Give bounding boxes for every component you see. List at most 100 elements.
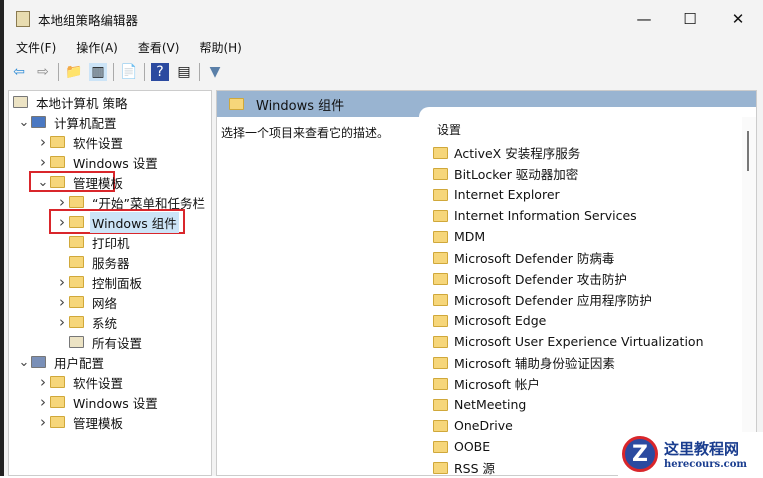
chevron-down-icon[interactable]: ⌄ <box>17 355 31 370</box>
settings-item-label: Internet Information Services <box>454 208 637 223</box>
tree-item[interactable]: › 网络 <box>55 292 119 312</box>
toolbar: ⇦ ⇨ 📁 ▥ 📄? ▤ ▼ <box>10 60 224 84</box>
settings-list-item[interactable]: BitLocker 驱动器加密 <box>433 163 578 184</box>
chevron-right-icon[interactable]: › <box>36 133 50 151</box>
tab-curve <box>419 107 756 119</box>
settings-item-label: NetMeeting <box>454 397 527 412</box>
minimize-button[interactable]: — <box>621 0 667 38</box>
settings-list-item[interactable]: Internet Explorer <box>433 184 560 205</box>
settings-list-item[interactable]: Microsoft User Experience Virtualization <box>433 331 704 352</box>
tree-item[interactable]: › 软件设置 <box>36 372 125 392</box>
settings-list-item[interactable]: Microsoft Defender 应用程序防护 <box>433 289 652 310</box>
folder-icon <box>433 209 448 222</box>
folder-icon <box>433 230 448 243</box>
scrollbar-thumb[interactable] <box>747 131 749 171</box>
tree-item[interactable]: ⌄ 计算机配置 <box>17 112 119 132</box>
tree-item[interactable]: › 系统 <box>55 312 119 332</box>
folder-icon <box>433 146 448 159</box>
tree-item[interactable]: › Windows 设置 <box>36 392 160 412</box>
watermark-logo: Z 这里教程网 herecours.com <box>618 432 763 476</box>
tree-item[interactable]: 打印机 <box>55 232 132 252</box>
settings-list-item[interactable]: Microsoft Defender 防病毒 <box>433 247 614 268</box>
settings-item-label: Microsoft Defender 防病毒 <box>454 251 615 266</box>
settings-list-item[interactable]: RSS 源 <box>433 457 495 478</box>
settings-item-label: Microsoft User Experience Virtualization <box>454 334 704 349</box>
forward-icon[interactable]: ⇨ <box>34 63 52 81</box>
show-hide-tree-icon[interactable]: ▥ <box>89 63 107 81</box>
tree-item-label: 系统 <box>92 315 118 331</box>
chevron-right-icon[interactable]: › <box>55 313 69 331</box>
tree-item-label: 所有设置 <box>92 335 143 351</box>
tree-item[interactable]: › 软件设置 <box>36 132 125 152</box>
tree-item[interactable]: ⌄ 用户配置 <box>17 352 106 372</box>
settings-item-label: MDM <box>454 229 486 244</box>
chevron-right-icon[interactable]: › <box>36 393 50 411</box>
folder-icon <box>69 256 84 268</box>
filter-icon[interactable]: ▼ <box>206 63 224 81</box>
watermark-url: herecours.com <box>664 459 748 470</box>
logo-z-icon: Z <box>622 436 658 472</box>
settings-list-item[interactable]: OOBE <box>433 436 490 457</box>
chevron-right-icon[interactable]: › <box>36 373 50 391</box>
settings-list-item[interactable]: OneDrive <box>433 415 513 436</box>
tree-item[interactable]: › “开始”菜单和任务栏 <box>55 192 207 212</box>
folder-icon <box>433 314 448 327</box>
settings-item-label: Microsoft 帐户 <box>454 377 540 392</box>
chevron-right-icon[interactable]: › <box>36 153 50 171</box>
back-icon[interactable]: ⇦ <box>10 63 28 81</box>
policy-icon <box>13 96 28 108</box>
column-header-settings[interactable]: 设置 <box>437 121 461 138</box>
settings-list-item[interactable]: MDM <box>433 226 485 247</box>
close-button[interactable]: ✕ <box>715 0 761 38</box>
tree-item[interactable]: › Windows 组件 <box>55 211 179 233</box>
settings-item-label: OOBE <box>454 439 491 454</box>
folder-icon <box>50 176 65 188</box>
chevron-right-icon[interactable]: › <box>55 193 69 211</box>
maximize-button[interactable]: ☐ <box>667 0 713 38</box>
window: 本地组策略编辑器 — ☐ ✕ 文件(F) 操作(A) 查看(V) 帮助(H) ⇦… <box>0 0 763 476</box>
settings-item-label: OneDrive <box>454 418 513 433</box>
title-bar: 本地组策略编辑器 — ☐ ✕ <box>4 0 763 38</box>
tree-item[interactable]: ⌄ 管理模板 <box>36 172 125 192</box>
menu-action[interactable]: 操作(A) <box>64 38 126 58</box>
tree-item-label: 管理模板 <box>73 175 124 191</box>
properties-icon[interactable]: ▤ <box>175 63 193 81</box>
tree-item[interactable]: 所有设置 <box>55 332 144 352</box>
chevron-down-icon[interactable]: ⌄ <box>36 175 50 190</box>
chevron-right-icon[interactable]: › <box>36 413 50 431</box>
toolbar-separator <box>58 63 59 81</box>
folder-icon <box>433 398 448 411</box>
up-folder-icon[interactable]: 📁 <box>65 63 83 81</box>
details-pane: Windows 组件 选择一个项目来查看它的描述。 设置 ActiveX 安装程… <box>216 90 757 476</box>
toolbar-separator <box>113 63 114 81</box>
tree-item[interactable]: › Windows 设置 <box>36 152 160 172</box>
tree-item[interactable]: 服务器 <box>55 252 132 272</box>
folder-icon <box>433 377 448 390</box>
tree-item-label: Windows 设置 <box>73 155 158 171</box>
export-icon[interactable]: 📄 <box>120 63 138 81</box>
settings-item-label: Microsoft Defender 应用程序防护 <box>454 293 652 308</box>
menu-help[interactable]: 帮助(H) <box>187 38 249 58</box>
settings-list-item[interactable]: Internet Information Services <box>433 205 637 226</box>
tree-item[interactable]: 本地计算机 策略 <box>13 92 129 112</box>
folder-icon <box>433 356 448 369</box>
settings-list-item[interactable]: Microsoft 辅助身份验证因素 <box>433 352 615 373</box>
chevron-down-icon[interactable]: ⌄ <box>17 115 31 130</box>
chevron-right-icon[interactable]: › <box>55 213 69 231</box>
settings-list-item[interactable]: NetMeeting <box>433 394 526 415</box>
settings-item-label: ActiveX 安装程序服务 <box>454 146 581 161</box>
tree-item-label: 本地计算机 策略 <box>36 95 128 111</box>
chevron-right-icon[interactable]: › <box>55 293 69 311</box>
chevron-right-icon[interactable]: › <box>55 273 69 291</box>
settings-list-item[interactable]: Microsoft Edge <box>433 310 546 331</box>
help-icon[interactable]: ? <box>151 63 169 81</box>
settings-list-item[interactable]: Microsoft 帐户 <box>433 373 540 394</box>
settings-list-item[interactable]: Microsoft Defender 攻击防护 <box>433 268 627 289</box>
tree-item[interactable]: › 控制面板 <box>55 272 144 292</box>
folder-icon <box>50 156 65 168</box>
menu-view[interactable]: 查看(V) <box>126 38 188 58</box>
tree-item[interactable]: › 管理模板 <box>36 412 125 432</box>
scrollbar[interactable] <box>742 117 756 475</box>
settings-list-item[interactable]: ActiveX 安装程序服务 <box>433 142 580 163</box>
menu-file[interactable]: 文件(F) <box>4 38 64 58</box>
